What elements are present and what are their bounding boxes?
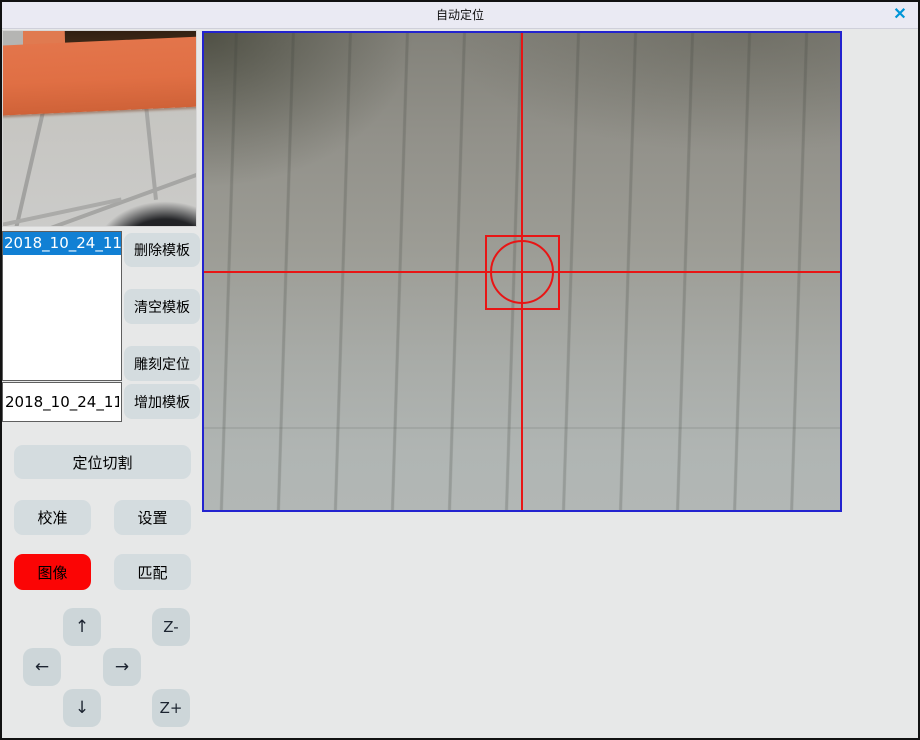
camera-image <box>204 33 840 510</box>
camera-view <box>202 31 842 512</box>
dialog-window: 自动定位 ✕ 2018_10_24_11 删除模板 清空模板 雕刻定位 增加模板… <box>0 0 920 740</box>
jog-z-plus-button[interactable]: Z+ <box>152 689 190 727</box>
tile-seam <box>12 106 46 227</box>
match-button[interactable]: 匹配 <box>114 554 191 590</box>
template-name-input[interactable] <box>2 382 122 422</box>
image-button[interactable]: 图像 <box>14 554 91 590</box>
jog-z-minus-button[interactable]: Z- <box>152 608 190 646</box>
jog-down-button[interactable]: ↓ <box>63 689 101 727</box>
jog-up-button[interactable]: ↑ <box>63 608 101 646</box>
clear-templates-button[interactable]: 清空模板 <box>124 289 200 324</box>
target-circle-overlay <box>490 240 554 304</box>
jog-right-button[interactable]: → <box>103 648 141 686</box>
window-title: 自动定位 <box>2 2 918 28</box>
arrow-left-icon: ← <box>35 657 49 677</box>
arrow-right-icon: → <box>115 657 129 677</box>
template-preview-image <box>2 30 197 227</box>
engrave-position-button[interactable]: 雕刻定位 <box>124 346 200 381</box>
add-template-button[interactable]: 增加模板 <box>124 384 200 419</box>
title-bar: 自动定位 ✕ <box>2 2 918 29</box>
template-list-item[interactable]: 2018_10_24_11 <box>3 232 121 255</box>
calibrate-button[interactable]: 校准 <box>14 500 91 535</box>
delete-template-button[interactable]: 删除模板 <box>124 233 200 267</box>
jog-left-button[interactable]: ← <box>23 648 61 686</box>
arrow-up-icon: ↑ <box>75 617 89 637</box>
settings-button[interactable]: 设置 <box>114 500 191 535</box>
preview-orange-beam <box>2 36 197 116</box>
template-list[interactable]: 2018_10_24_11 <box>2 231 122 381</box>
preview-dark-object <box>95 201 197 227</box>
close-icon[interactable]: ✕ <box>888 4 912 26</box>
arrow-down-icon: ↓ <box>75 698 89 718</box>
tile-seam <box>144 105 158 200</box>
position-cut-button[interactable]: 定位切割 <box>14 445 191 479</box>
